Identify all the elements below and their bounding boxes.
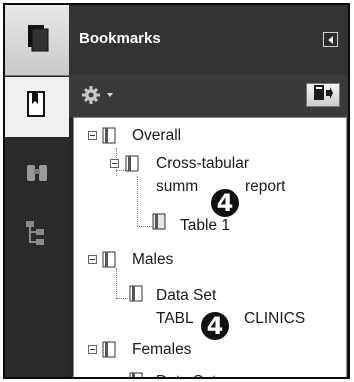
bookmark-page-icon [129, 285, 143, 307]
panel-header: Bookmarks [69, 5, 348, 75]
tree-connector [137, 176, 138, 226]
binoculars-icon [24, 161, 50, 190]
model-tree-button[interactable] [5, 210, 69, 260]
page-icon [24, 23, 50, 58]
collapse-panel-icon [327, 31, 334, 49]
bookmarks-toolbar [69, 75, 348, 117]
collapse-toggle-icon[interactable] [88, 131, 97, 140]
tree-connector [116, 298, 128, 299]
expand-bookmark-button[interactable] [306, 83, 340, 107]
collapse-toggle-icon[interactable] [88, 255, 97, 264]
tree-connector [137, 226, 152, 227]
bookmark-label-line1: Data Set [156, 287, 217, 304]
bookmark-label: Overall [132, 127, 182, 144]
bookmark-page-icon [129, 372, 143, 377]
bookmark-label: Males [132, 251, 174, 268]
bookmarks-pane: Bookmarks Overall Cross-tabular summ rep… [3, 3, 350, 379]
bookmark-icon [25, 90, 49, 125]
tree-structure-icon [24, 219, 50, 252]
bookmark-page-icon [102, 341, 116, 363]
bookmarks-tab[interactable] [5, 77, 69, 137]
bookmark-label-line1: Cross-tabular [156, 155, 250, 172]
collapse-toggle-icon[interactable] [110, 159, 119, 168]
bookmark-page-icon [152, 213, 166, 235]
bookmark-page-icon [102, 251, 116, 273]
collapse-toggle-icon[interactable] [88, 345, 97, 354]
panel-title: Bookmarks [79, 30, 161, 47]
bookmark-page-icon [125, 155, 139, 177]
callout-badge: 4 [209, 187, 241, 219]
bookmark-label-line2-tail: CLINICS [244, 310, 306, 327]
bookmark-label-line2: TABL [156, 310, 194, 327]
pages-button[interactable] [5, 5, 69, 76]
navigation-sidebar [5, 5, 69, 377]
bookmark-label: Data Set [156, 371, 216, 377]
bookmark-label-line2: summ [156, 178, 199, 195]
chevron-down-icon[interactable] [107, 93, 113, 97]
bookmark-label: Females [132, 341, 192, 358]
collapse-panel-button[interactable] [323, 32, 338, 47]
bookmark-label-line2-tail: report [245, 178, 286, 195]
callout-badge: 4 [199, 310, 231, 342]
gear-icon[interactable] [81, 85, 103, 110]
search-button[interactable] [5, 150, 69, 200]
expand-bookmark-icon [312, 84, 334, 107]
tree-connector [116, 268, 117, 298]
bookmark-page-icon [102, 127, 116, 149]
